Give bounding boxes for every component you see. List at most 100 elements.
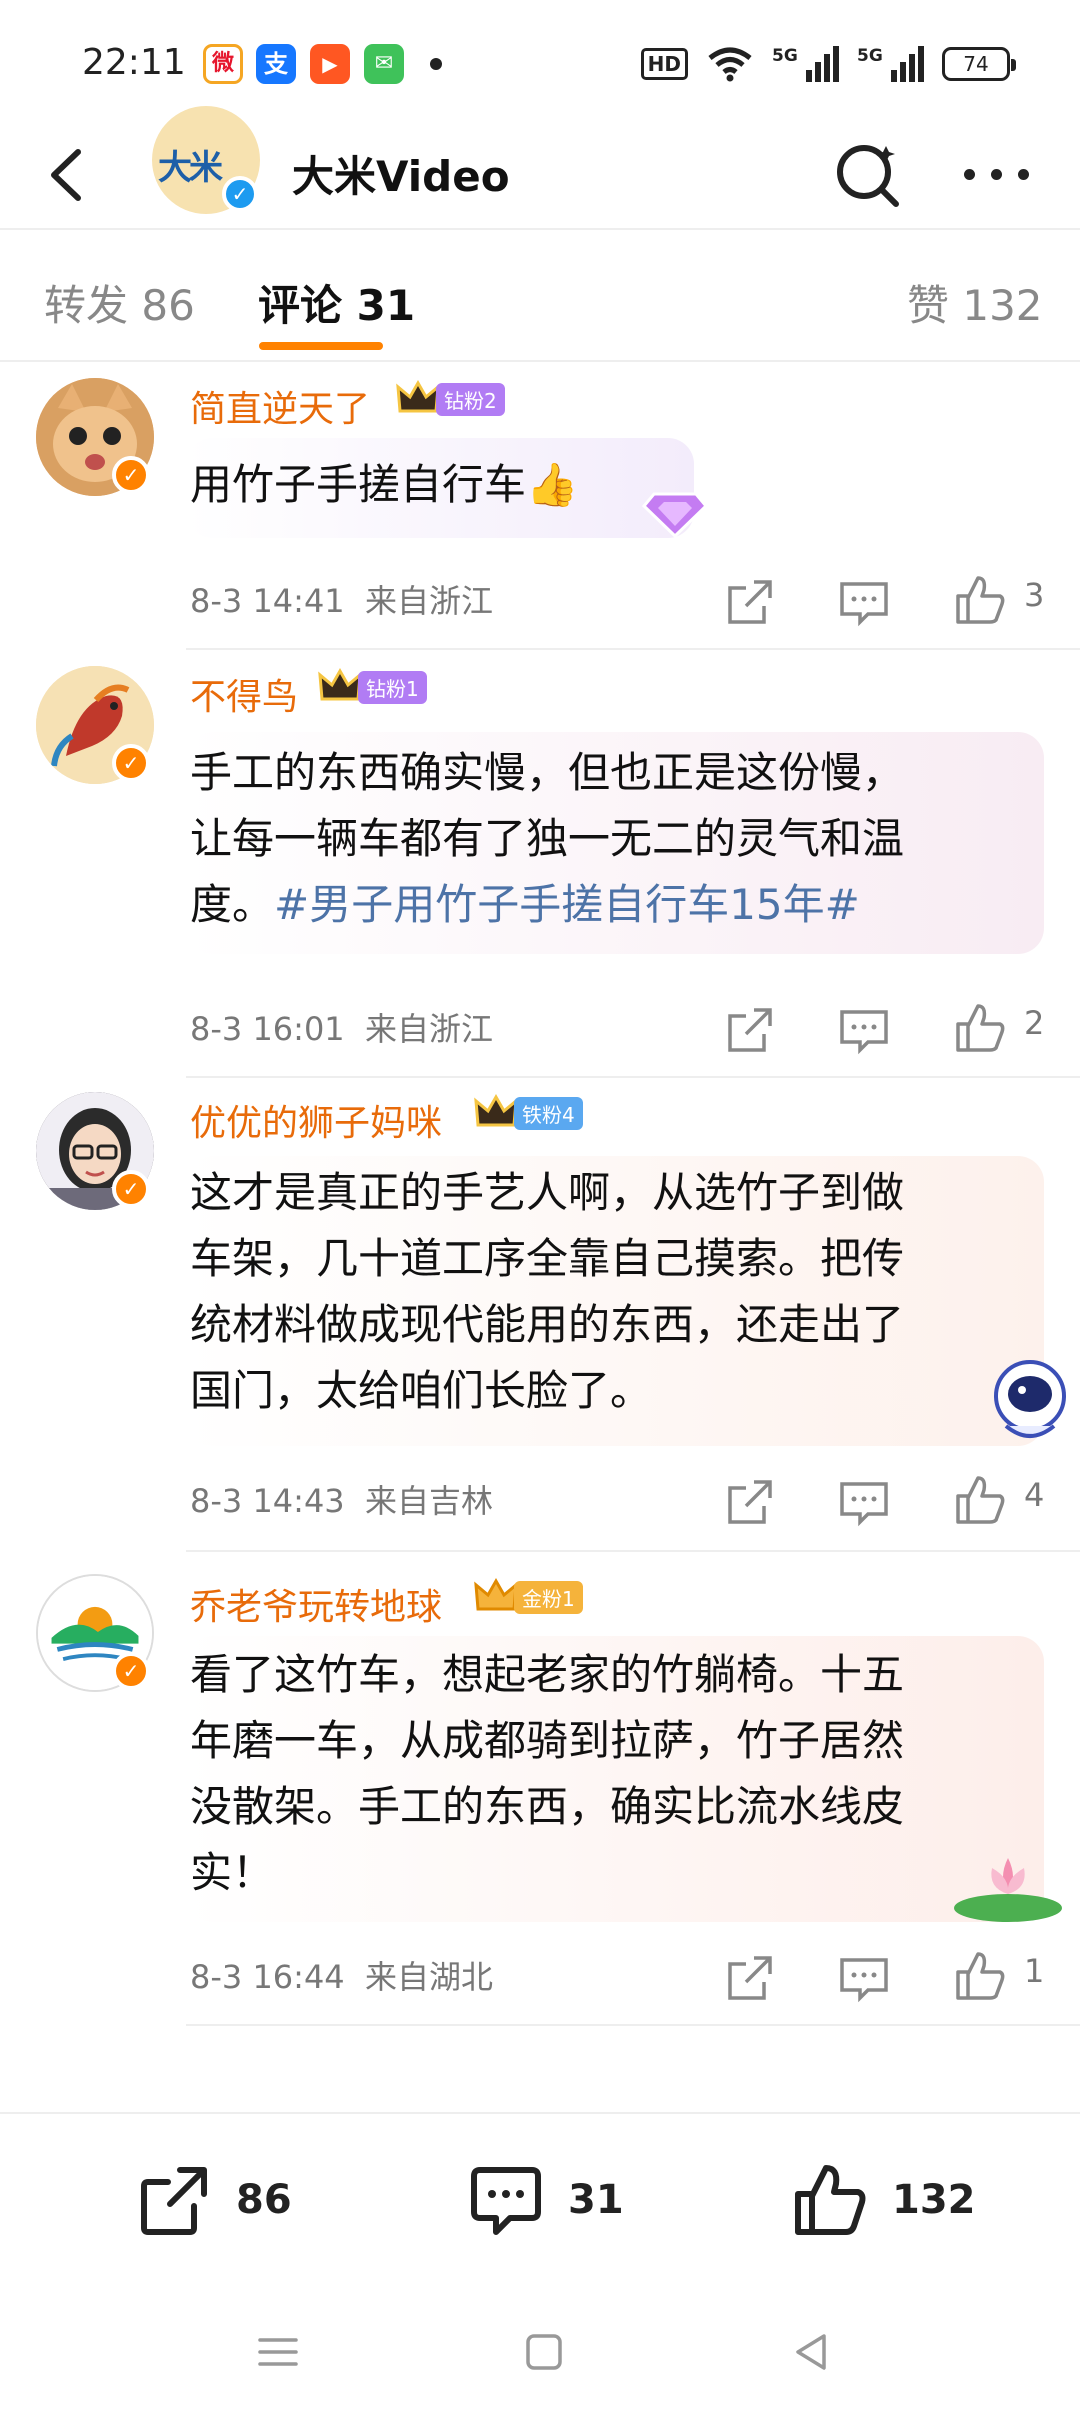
reply-icon[interactable] bbox=[834, 1472, 894, 1532]
comment-line: 实！ bbox=[190, 1848, 275, 1897]
status-bar: 22:11 微 支 ▶ ✉ HD 5G 5G 74 bbox=[0, 0, 1080, 120]
signal-1-icon: 5G bbox=[772, 46, 839, 82]
repost-button[interactable]: 86 bbox=[134, 2160, 292, 2240]
divider bbox=[186, 1550, 1080, 1552]
like-icon[interactable] bbox=[950, 570, 1010, 630]
comment-location: 来自湖北 bbox=[365, 1958, 494, 1996]
comment-meta: 8-3 14:43 来自吉林 bbox=[190, 1476, 493, 1522]
video-app-icon: ▶ bbox=[310, 44, 350, 84]
comment-text: 这才是真正的手艺人啊，从选竹子到做 车架，几十道工序全靠自己摸索。把传 统材料做… bbox=[190, 1160, 904, 1424]
brand-avatar-logo: 大米 bbox=[158, 148, 223, 188]
hd-voice-icon: HD bbox=[640, 48, 688, 80]
comment-author[interactable]: 优优的狮子妈咪 bbox=[190, 1094, 442, 1146]
tab-comment[interactable]: 评论 31 bbox=[258, 272, 415, 333]
like-button[interactable]: 132 bbox=[790, 2160, 976, 2240]
like-icon[interactable] bbox=[950, 998, 1010, 1058]
home-icon[interactable] bbox=[514, 2322, 574, 2382]
more-options-icon[interactable] bbox=[956, 144, 1036, 204]
reply-icon[interactable] bbox=[834, 572, 894, 632]
comment-time: 8-3 14:43 bbox=[190, 1482, 345, 1520]
comment-meta: 8-3 16:01 来自浙江 bbox=[190, 1004, 493, 1050]
crown-icon bbox=[474, 1577, 518, 1611]
comment-count: 31 bbox=[568, 2177, 624, 2223]
comment-author[interactable]: 乔老爷玩转地球 bbox=[190, 1578, 442, 1630]
comment-meta: 8-3 16:44 来自湖北 bbox=[190, 1952, 493, 1998]
fan-badge: 铁粉4 bbox=[474, 1093, 583, 1130]
menu-icon[interactable] bbox=[248, 2322, 308, 2382]
divider bbox=[186, 2024, 1080, 2026]
fan-level-label: 钻粉1 bbox=[358, 670, 427, 704]
comment-icon bbox=[471, 2167, 541, 2235]
verified-badge-icon: ✓ bbox=[112, 1170, 150, 1208]
fan-badge: 钻粉1 bbox=[318, 667, 427, 704]
comment-text: 看了这竹车，想起老家的竹躺椅。十五 年磨一车，从成都骑到拉萨，竹子居然 没散架。… bbox=[190, 1642, 904, 1906]
comment-line: 度。 bbox=[190, 880, 275, 929]
crown-icon bbox=[474, 1093, 518, 1127]
fan-badge: 金粉1 bbox=[474, 1577, 583, 1614]
comment-time: 8-3 16:44 bbox=[190, 1958, 345, 1996]
signal-2-icon: 5G bbox=[857, 46, 924, 82]
comment-line: 没散架。手工的东西，确实比流水线皮 bbox=[190, 1782, 905, 1831]
comment-time: 8-3 16:01 bbox=[190, 1010, 345, 1048]
diamond-decoration-icon bbox=[641, 492, 709, 539]
lotus-decoration-icon bbox=[954, 1858, 1062, 1922]
reply-icon[interactable] bbox=[834, 1948, 894, 2008]
battery-icon: 74 bbox=[942, 47, 1016, 81]
tab-likes[interactable]: 赞 132 bbox=[907, 272, 1043, 333]
share-icon[interactable] bbox=[720, 572, 780, 632]
comment-time: 8-3 14:41 bbox=[190, 582, 345, 620]
back-nav-icon[interactable] bbox=[782, 2322, 842, 2382]
fan-level-label: 铁粉4 bbox=[514, 1096, 583, 1130]
page-title: 大米Video bbox=[292, 152, 510, 201]
brand-avatar[interactable]: 大米 ✓ bbox=[152, 106, 260, 214]
divider bbox=[186, 1076, 1080, 1078]
comment-location: 来自吉林 bbox=[365, 1482, 494, 1520]
thumbs-up-icon bbox=[795, 2165, 866, 2235]
tab-repost[interactable]: 转发 86 bbox=[44, 272, 195, 333]
share-icon[interactable] bbox=[720, 1472, 780, 1532]
like-count: 3 bbox=[1024, 576, 1045, 614]
comment-meta: 8-3 14:41 来自浙江 bbox=[190, 576, 493, 622]
comment-line: 看了这竹车，想起老家的竹躺椅。十五 bbox=[190, 1650, 905, 1699]
system-nav-bar bbox=[0, 2282, 1080, 2414]
share-icon[interactable] bbox=[720, 1000, 780, 1060]
comment-line: 统材料做成现代能用的东西，还走出了 bbox=[190, 1300, 905, 1349]
comment-text: 手工的东西确实慢，但也正是这份慢， 让每一辆车都有了独一无二的灵气和温 度。#男… bbox=[190, 740, 904, 938]
comment-author[interactable]: 简直逆天了 bbox=[190, 380, 370, 432]
comment-author[interactable]: 不得鸟 bbox=[190, 668, 298, 720]
like-icon[interactable] bbox=[950, 1470, 1010, 1530]
like-count: 1 bbox=[1024, 1952, 1045, 1990]
like-count: 2 bbox=[1024, 1004, 1045, 1042]
status-time: 22:11 bbox=[82, 42, 186, 83]
like-count: 4 bbox=[1024, 1476, 1045, 1514]
astronaut-decoration-icon bbox=[994, 1360, 1066, 1438]
share-icon[interactable] bbox=[720, 1948, 780, 2008]
verified-badge-icon: ✓ bbox=[222, 176, 258, 212]
bottom-action-bar: 86 31 132 bbox=[0, 2112, 1080, 2282]
repost-count: 86 bbox=[236, 2177, 292, 2223]
like-icon[interactable] bbox=[950, 1946, 1010, 2006]
comment-line: 手工的东西确实慢，但也正是这份慢， bbox=[190, 748, 905, 797]
comment-location: 来自浙江 bbox=[365, 1010, 494, 1048]
fan-level-label: 金粉1 bbox=[514, 1580, 583, 1614]
weibo-app-icon: 微 bbox=[203, 44, 243, 84]
comment-line: 年磨一车，从成都骑到拉萨，竹子居然 bbox=[190, 1716, 905, 1765]
verified-badge-icon: ✓ bbox=[112, 456, 150, 494]
like-total-count: 132 bbox=[892, 2177, 976, 2223]
tab-bar: 转发 86 评论 31 赞 132 bbox=[0, 232, 1080, 362]
wifi-icon bbox=[708, 47, 752, 82]
notification-dot-icon bbox=[430, 58, 442, 70]
search-icon[interactable] bbox=[828, 134, 908, 214]
hashtag-link[interactable]: #男子用竹子手搓自行车15年# bbox=[274, 880, 860, 929]
comment-line: 让每一辆车都有了独一无二的灵气和温 bbox=[190, 814, 905, 863]
top-header: 大米 ✓ 大米Video bbox=[0, 106, 1080, 230]
comment-location: 来自浙江 bbox=[365, 582, 494, 620]
back-icon[interactable] bbox=[34, 140, 104, 210]
comment-line: 用竹子手搓自行车👍 bbox=[190, 460, 579, 509]
divider bbox=[186, 648, 1080, 650]
crown-icon bbox=[318, 667, 362, 701]
reply-icon[interactable] bbox=[834, 1000, 894, 1060]
active-tab-indicator bbox=[259, 342, 383, 350]
fan-badge: 钻粉2 bbox=[396, 379, 505, 416]
comment-button[interactable]: 31 bbox=[466, 2160, 624, 2240]
